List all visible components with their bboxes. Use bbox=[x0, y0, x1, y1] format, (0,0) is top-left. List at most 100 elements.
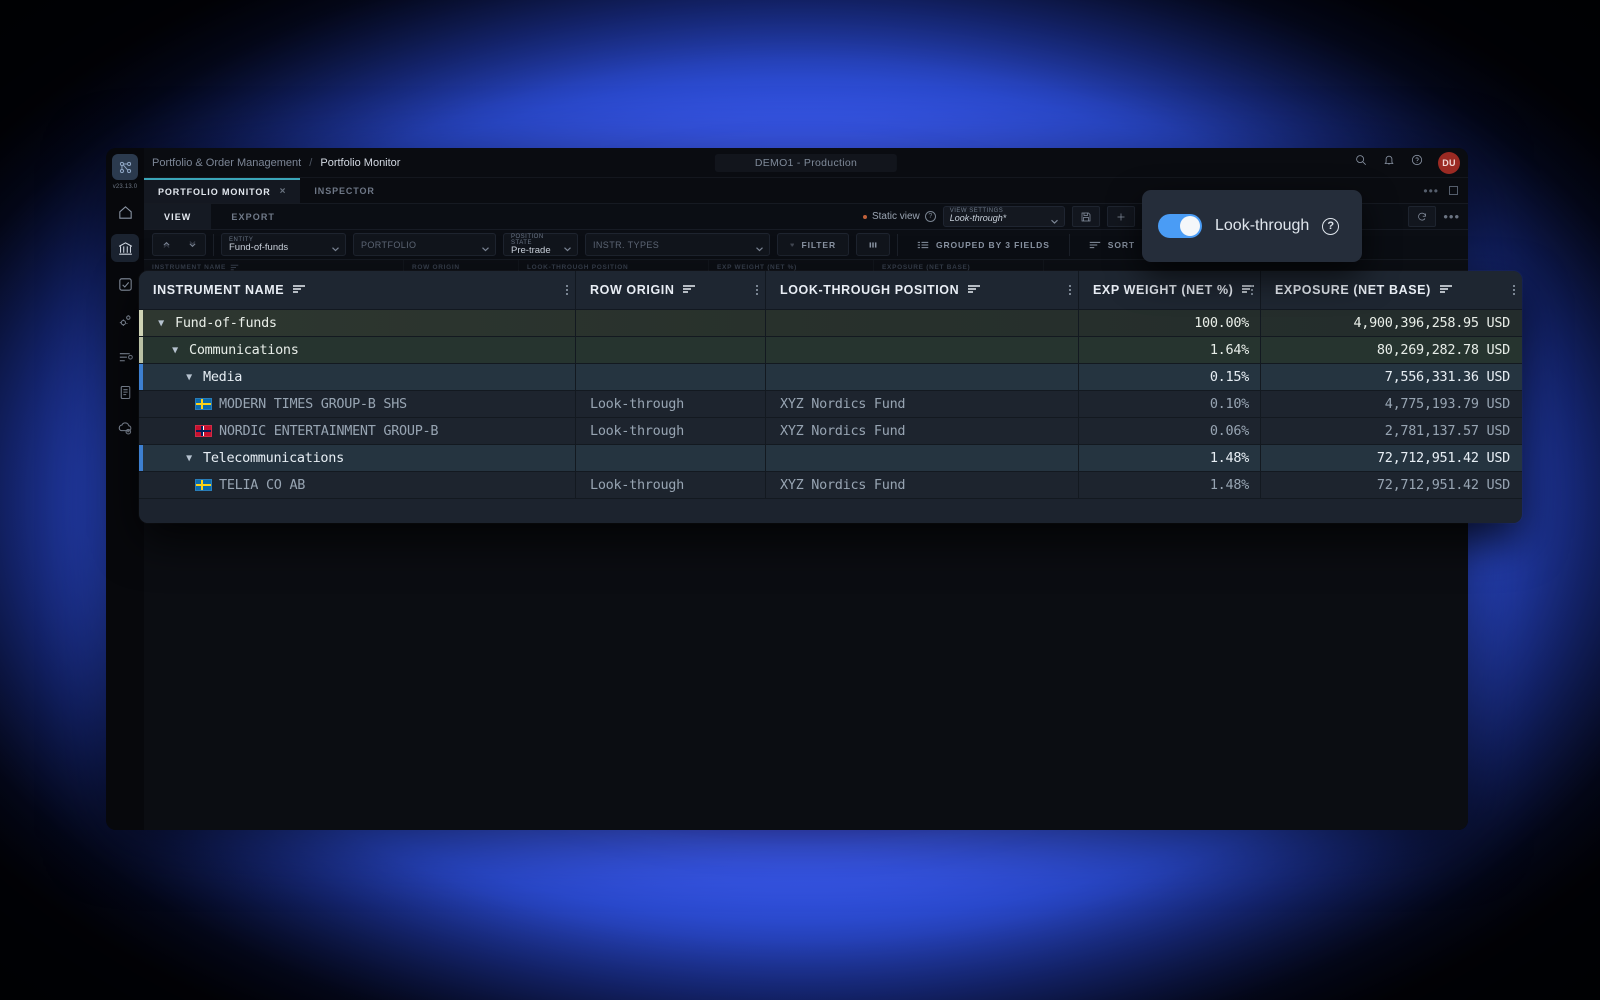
col-header-row-origin[interactable]: ROW ORIGIN bbox=[576, 271, 766, 309]
refresh-button[interactable] bbox=[1408, 206, 1436, 227]
table-row[interactable]: NORDIC ENTERTAINMENT GROUP-BLook-through… bbox=[139, 418, 1522, 445]
table-row[interactable]: ▼Fund-of-funds100.00%4,900,396,258.95 US… bbox=[139, 310, 1522, 337]
rail-item-data[interactable] bbox=[111, 414, 139, 442]
column-menu-icon[interactable] bbox=[756, 285, 758, 295]
save-view-button[interactable] bbox=[1072, 206, 1100, 227]
position-state-select[interactable]: POSITION STATE Pre-trade bbox=[503, 233, 578, 256]
divider bbox=[897, 234, 898, 256]
cell-exp-weight: 0.15% bbox=[1079, 364, 1261, 390]
rail-item-analytics[interactable] bbox=[111, 342, 139, 370]
cell-exp-weight: 1.48% bbox=[1079, 445, 1261, 471]
instrument-name-text: Fund-of-funds bbox=[175, 315, 277, 331]
stepper-up[interactable] bbox=[153, 234, 179, 255]
magnified-body: ▼Fund-of-funds100.00%4,900,396,258.95 US… bbox=[139, 310, 1522, 499]
sort-icon[interactable] bbox=[1241, 283, 1255, 297]
view-settings-value: Look-through* bbox=[950, 213, 1048, 223]
static-view-label: Static view bbox=[872, 211, 920, 222]
sort-icon[interactable] bbox=[292, 283, 306, 297]
cell-instrument-name: TELIA CO AB bbox=[139, 472, 576, 498]
expand-caret-icon[interactable]: ▼ bbox=[181, 372, 197, 383]
column-menu-icon[interactable] bbox=[1069, 285, 1071, 295]
search-icon[interactable] bbox=[1354, 153, 1368, 172]
col-header-instrument-name[interactable]: INSTRUMENT NAME bbox=[139, 271, 576, 309]
sort-icon[interactable] bbox=[682, 283, 696, 297]
rail-item-settings[interactable] bbox=[111, 306, 139, 334]
sort-button[interactable]: SORT bbox=[1077, 233, 1147, 256]
columns-icon bbox=[869, 240, 877, 250]
cell-instrument-name: ▼Telecommunications bbox=[139, 445, 576, 471]
cell-look-through-position bbox=[766, 364, 1079, 390]
tabstrip-actions: ••• bbox=[1423, 178, 1468, 203]
instr-types-placeholder: INSTR. TYPES bbox=[593, 240, 751, 250]
view-settings-select[interactable]: VIEW SETTINGS Look-through* bbox=[943, 206, 1065, 227]
filter-label: FILTER bbox=[801, 240, 836, 250]
breadcrumb-root[interactable]: Portfolio & Order Management bbox=[152, 157, 301, 169]
grouped-by-button[interactable]: GROUPED BY 3 FIELDS bbox=[905, 233, 1062, 256]
rail-item-tasks[interactable] bbox=[111, 270, 139, 298]
breadcrumb-separator: / bbox=[309, 157, 312, 169]
expand-caret-icon[interactable]: ▼ bbox=[167, 345, 183, 356]
tab-label: PORTFOLIO MONITOR bbox=[158, 187, 271, 197]
table-row[interactable]: ▼Communications1.64%80,269,282.78 USD bbox=[139, 337, 1522, 364]
table-row[interactable]: MODERN TIMES GROUP-B SHSLook-throughXYZ … bbox=[139, 391, 1522, 418]
group-icon bbox=[917, 240, 929, 250]
col-header-exp-weight[interactable]: EXP WEIGHT (NET %) bbox=[1079, 271, 1261, 309]
tab-inspector[interactable]: INSPECTOR bbox=[300, 178, 388, 203]
sort-icon[interactable] bbox=[967, 283, 981, 297]
avatar[interactable]: DU bbox=[1438, 152, 1460, 174]
cell-look-through-position bbox=[766, 445, 1079, 471]
tab-export[interactable]: EXPORT bbox=[211, 204, 295, 229]
tab-portfolio-monitor[interactable]: PORTFOLIO MONITOR × bbox=[144, 178, 300, 203]
portfolio-placeholder: PORTFOLIO bbox=[361, 240, 477, 250]
cell-exposure: 4,775,193.79 USD bbox=[1261, 391, 1522, 417]
look-through-toggle[interactable] bbox=[1158, 214, 1202, 238]
col-header-look-through-position[interactable]: LOOK-THROUGH POSITION bbox=[766, 271, 1079, 309]
column-menu-icon[interactable] bbox=[1513, 285, 1515, 295]
stepper-down[interactable] bbox=[179, 234, 205, 255]
expand-caret-icon[interactable]: ▼ bbox=[181, 453, 197, 464]
instrument-name-text: MODERN TIMES GROUP-B SHS bbox=[219, 396, 407, 412]
expand-caret-icon[interactable]: ▼ bbox=[153, 318, 169, 329]
help-icon[interactable]: ? bbox=[1322, 218, 1339, 235]
bell-icon[interactable] bbox=[1382, 153, 1396, 172]
add-view-button[interactable] bbox=[1107, 206, 1135, 227]
filter-button[interactable]: FILTER bbox=[777, 233, 849, 256]
close-icon[interactable]: × bbox=[280, 186, 287, 197]
table-row[interactable]: TELIA CO ABLook-throughXYZ Nordics Fund1… bbox=[139, 472, 1522, 499]
rail-item-portfolio[interactable] bbox=[111, 234, 139, 262]
grouped-label: GROUPED BY 3 FIELDS bbox=[936, 240, 1050, 250]
rail-item-reports[interactable] bbox=[111, 378, 139, 406]
chevron-down-icon bbox=[481, 240, 490, 249]
more-icon[interactable]: ••• bbox=[1423, 184, 1439, 198]
cell-instrument-name: MODERN TIMES GROUP-B SHS bbox=[139, 391, 576, 417]
sort-icon bbox=[1089, 240, 1101, 250]
static-view-indicator: Static view ? bbox=[863, 211, 936, 222]
help-icon[interactable]: ? bbox=[925, 211, 936, 222]
flag-icon-se bbox=[195, 398, 212, 410]
sort-icon[interactable] bbox=[1439, 283, 1453, 297]
maximize-icon[interactable] bbox=[1449, 186, 1458, 195]
col-label: INSTRUMENT NAME bbox=[153, 283, 284, 297]
portfolio-select[interactable]: PORTFOLIO bbox=[353, 233, 496, 256]
col-header-exposure[interactable]: EXPOSURE (NET BASE) bbox=[1261, 271, 1522, 309]
app-logo-icon[interactable] bbox=[112, 154, 138, 180]
column-menu-icon[interactable] bbox=[1251, 285, 1253, 295]
table-row[interactable]: ▼Telecommunications1.48%72,712,951.42 US… bbox=[139, 445, 1522, 472]
sort-label: SORT bbox=[1108, 240, 1135, 250]
more-icon[interactable]: ••• bbox=[1443, 209, 1460, 224]
column-menu-icon[interactable] bbox=[566, 285, 568, 295]
rail-item-home[interactable] bbox=[111, 198, 139, 226]
columns-button[interactable] bbox=[856, 233, 890, 256]
row-accent-bar bbox=[139, 364, 143, 390]
instr-types-select[interactable]: INSTR. TYPES bbox=[585, 233, 770, 256]
cell-look-through-position: XYZ Nordics Fund bbox=[766, 472, 1079, 498]
cell-row-origin bbox=[576, 310, 766, 336]
help-icon[interactable] bbox=[1410, 153, 1424, 172]
page-stepper[interactable] bbox=[152, 233, 206, 256]
cell-look-through-position: XYZ Nordics Fund bbox=[766, 418, 1079, 444]
entity-select[interactable]: ENTITY Fund-of-funds bbox=[221, 233, 346, 256]
tab-view[interactable]: VIEW bbox=[144, 204, 211, 229]
table-row[interactable]: ▼Media0.15%7,556,331.36 USD bbox=[139, 364, 1522, 391]
magnified-header-row: INSTRUMENT NAME ROW ORIGIN LOOK-THROUGH … bbox=[139, 271, 1522, 310]
cell-exp-weight: 1.64% bbox=[1079, 337, 1261, 363]
